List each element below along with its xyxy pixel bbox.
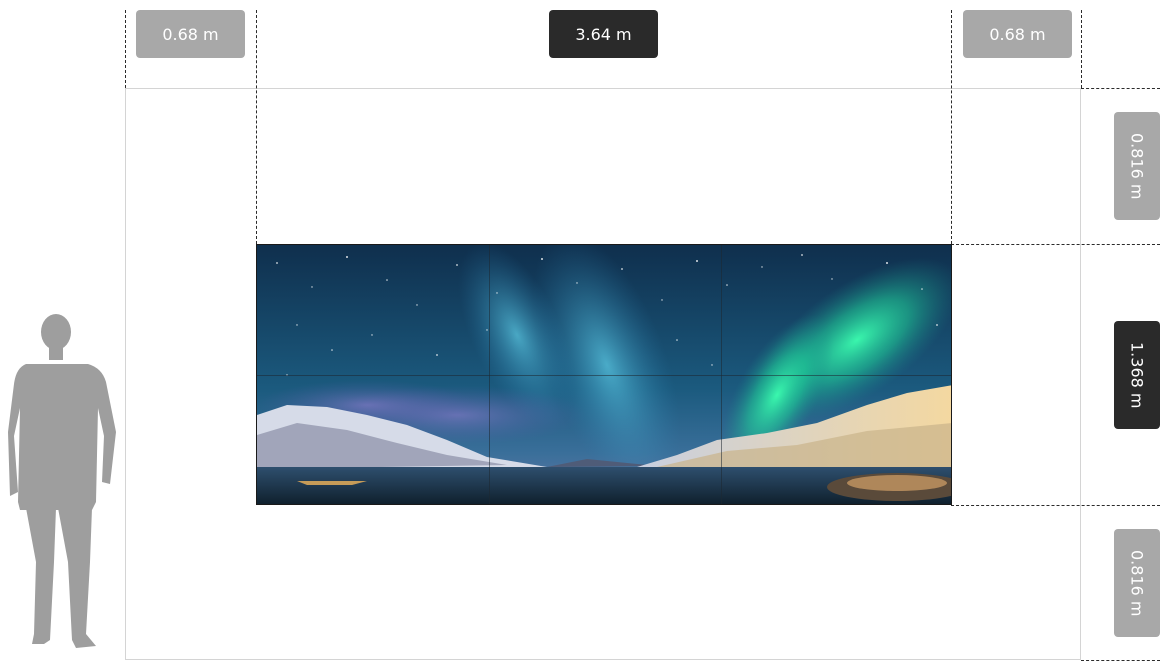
guide-wall-top [1081, 88, 1160, 89]
right-margin-badge: 0.68 m [963, 10, 1072, 58]
guide-screen-top [951, 244, 1160, 245]
screen-width-label: 3.64 m [575, 24, 632, 44]
screen-height-badge: 1.368 m [1114, 321, 1160, 429]
guide-screen-right [951, 10, 952, 244]
human-silhouette-icon [8, 314, 116, 648]
panel-seam-horizontal [257, 375, 951, 376]
bottom-margin-label: 0.816 m [1127, 549, 1147, 617]
top-margin-badge: 0.816 m [1114, 112, 1160, 220]
bottom-margin-badge: 0.816 m [1114, 529, 1160, 637]
left-margin-badge: 0.68 m [136, 10, 245, 58]
video-wall-screen [256, 244, 952, 505]
guide-wall-bottom [1081, 660, 1160, 661]
guide-wall-left [125, 10, 126, 88]
guide-screen-left [256, 10, 257, 244]
screen-width-badge: 3.64 m [549, 10, 658, 58]
right-margin-label: 0.68 m [989, 24, 1046, 44]
top-margin-label: 0.816 m [1127, 132, 1147, 200]
screen-height-label: 1.368 m [1127, 341, 1147, 409]
left-margin-label: 0.68 m [162, 24, 219, 44]
guide-screen-bottom [951, 505, 1160, 506]
guide-wall-right [1081, 10, 1082, 88]
